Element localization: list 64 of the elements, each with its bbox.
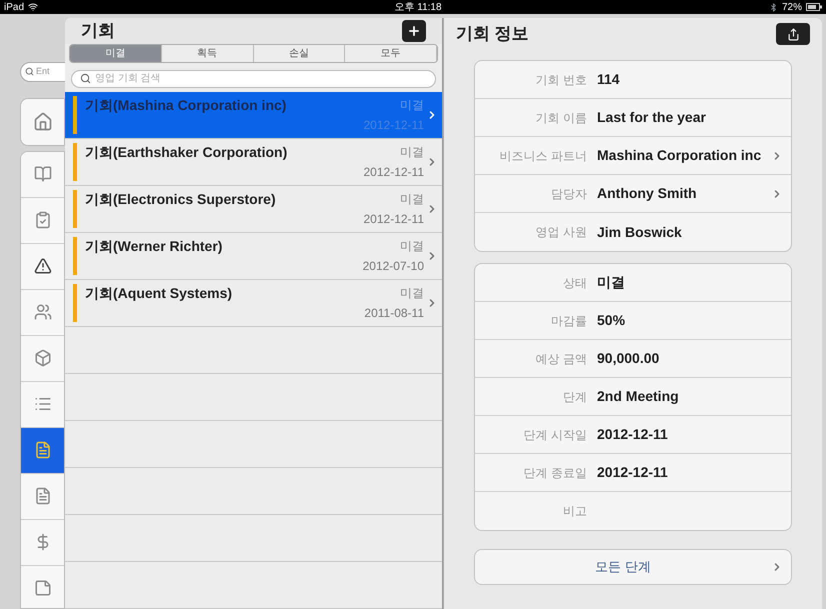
row-date: 2012-07-10 (362, 258, 424, 275)
panel-title: 기회 (81, 20, 116, 42)
warning-icon (34, 257, 52, 276)
search-icon (80, 73, 91, 84)
search-icon (25, 67, 34, 76)
field-value: 114 (597, 70, 621, 89)
battery-icon (806, 3, 822, 11)
checklist-icon (34, 211, 52, 230)
field-label: 예상 금액 (534, 350, 587, 368)
field-label: 비고 (562, 503, 587, 520)
share-icon (786, 28, 800, 40)
field-label: 단계 종료일 (522, 464, 587, 482)
field-value: 90,000.00 (597, 349, 660, 368)
field-value: Anthony Smith (597, 184, 698, 203)
field-label: 비즈니스 파트너 (498, 148, 587, 164)
row-date: 2012-12-11 (364, 117, 424, 134)
field-value: 미결 (597, 273, 626, 292)
add-button[interactable] (402, 20, 426, 42)
row-title: 기회(Mashina Corporation inc) (85, 96, 288, 115)
row-status: 미결 (400, 285, 424, 302)
row-status: 미결 (400, 144, 424, 161)
filter-tab[interactable]: 미결 (70, 45, 162, 62)
field-value: 2012-12-11 (597, 425, 669, 444)
field-label: 상태 (562, 274, 587, 292)
field-value: Last for the year (597, 108, 707, 127)
row-date: 2012-12-11 (364, 211, 424, 228)
share-button[interactable] (776, 23, 810, 45)
book-icon (34, 165, 52, 184)
row-title: 기회(Electronics Superstore) (85, 190, 277, 209)
battery-percent: 72% (782, 0, 802, 14)
box-icon (34, 349, 52, 368)
field-label: 담당자 (550, 186, 587, 202)
field-label: 기회 이름 (534, 110, 587, 126)
row-status: 미결 (400, 97, 424, 114)
field-value: Jim Boswick (597, 222, 683, 242)
field-label: 단계 (562, 388, 587, 406)
notes-icon (34, 579, 52, 598)
row-date: 2011-08-11 (364, 305, 424, 322)
device-name: iPad (4, 0, 24, 14)
field-value: 50% (597, 311, 626, 330)
field-value: 2012-12-11 (597, 463, 669, 482)
row-date: 2012-12-11 (364, 164, 424, 181)
field-label: 마감률 (550, 312, 587, 330)
row-status: 미결 (400, 191, 424, 208)
clock: 오후 11:18 (393, 0, 443, 14)
panel-title: 기회 정보 (456, 23, 530, 46)
row-title: 기회(Aquent Systems) (85, 284, 234, 303)
field-label: 영업 사원 (534, 224, 587, 241)
field-label: 단계 시작일 (522, 426, 587, 444)
home-icon (32, 112, 52, 132)
row-title: 기회(Werner Richter) (85, 237, 224, 256)
document-icon (34, 487, 52, 506)
plus-icon (407, 24, 421, 38)
field-label: 기회 번호 (534, 72, 587, 88)
row-title: 기회(Earthshaker Corporation) (85, 143, 288, 162)
wifi-icon (28, 2, 38, 12)
field-value: 2nd Meeting (597, 387, 680, 406)
row-status: 미결 (400, 238, 424, 255)
document-icon (34, 441, 52, 460)
contacts-icon (34, 303, 52, 322)
bluetooth-icon (768, 2, 778, 12)
home-tab[interactable] (20, 98, 65, 146)
field-value: Mashina Corporation inc (597, 146, 762, 165)
all-stages-button[interactable]: 모든 단계 (474, 549, 792, 585)
